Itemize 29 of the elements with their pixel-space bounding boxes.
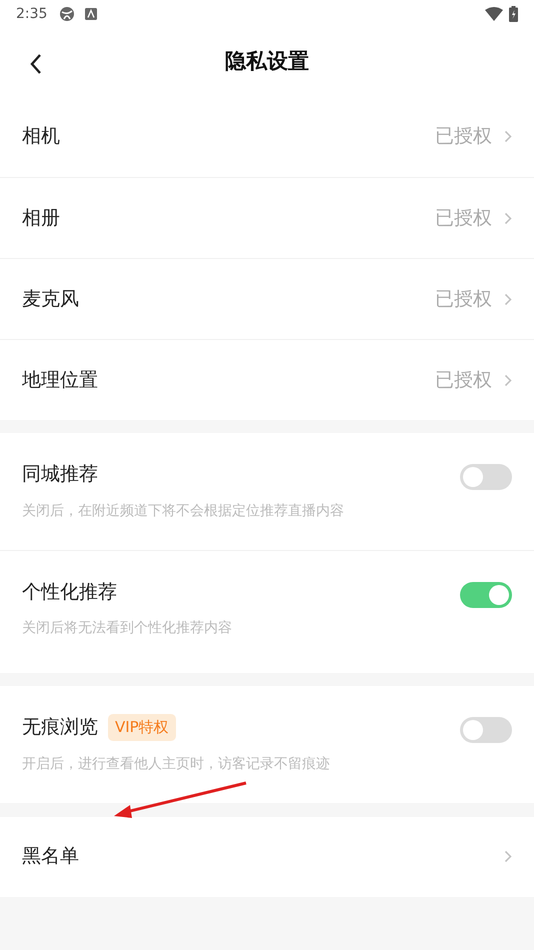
blacklist-label: 黑名单: [22, 844, 79, 870]
permission-status: 已授权: [435, 124, 492, 150]
wifi-icon: [485, 7, 503, 21]
setting-label: 个性化推荐: [22, 580, 117, 604]
setting-description: 开启后，进行查看他人主页时，访客记录不留痕迹: [22, 754, 331, 774]
permission-label: 相机: [22, 124, 60, 150]
setting-label: 同城推荐: [22, 462, 98, 487]
blacklist-row[interactable]: 黑名单: [0, 816, 534, 896]
chevron-icon: [504, 850, 512, 863]
setting-description: 关闭后，在附近频道下将不会根据定位推荐直播内容: [22, 502, 345, 520]
permission-status: 已授权: [435, 286, 492, 312]
setting-label: 无痕浏览: [22, 715, 98, 740]
permission-label: 地理位置: [22, 368, 98, 393]
toggle-switch[interactable]: [460, 717, 512, 743]
page-title: 隐私设置: [225, 48, 309, 76]
chevron-icon: [504, 130, 512, 143]
chevron-icon: [504, 212, 512, 224]
permission-status: 已授权: [435, 206, 492, 231]
chevron-icon: [504, 374, 512, 386]
battery-icon: [509, 6, 518, 22]
status-time: 2:35: [16, 4, 48, 24]
permission-label: 麦克风: [22, 286, 79, 312]
chevron-icon: [504, 292, 512, 306]
toggle-switch[interactable]: [460, 464, 512, 490]
permission-status: 已授权: [435, 368, 492, 393]
setting-description: 关闭后将无法看到个性化推荐内容: [22, 619, 233, 638]
permission-label: 相册: [22, 206, 60, 231]
toggle-switch[interactable]: [460, 582, 512, 608]
vip-tag: VIP特权: [108, 714, 176, 740]
